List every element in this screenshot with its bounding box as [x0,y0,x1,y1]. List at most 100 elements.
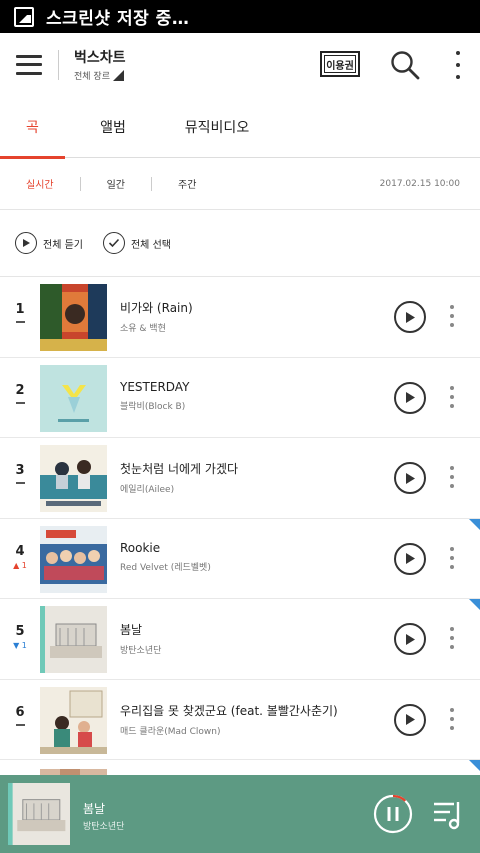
album-cover[interactable] [40,686,107,754]
rank-up-indicator: ▲ 1 [12,561,28,570]
play-button[interactable] [394,703,426,736]
now-playing-title[interactable]: 봄날 [83,800,105,817]
period-daily[interactable]: 일간 [107,176,125,191]
rank: 6 [12,705,28,726]
chart-genre-selector[interactable]: 벅스차트 전체 장르 [74,47,126,82]
status-bar: 스크린샷 저장 중… [0,0,480,33]
rank-number: 2 [15,382,25,398]
tab-albums[interactable]: 앨범 [75,96,151,158]
row-more-icon[interactable] [449,707,455,730]
play-icon [406,714,415,725]
song-artist: 소유 & 백현 [120,324,166,334]
rank-unchanged-icon [15,321,25,323]
new-badge-icon [469,599,480,610]
playlist-queue-icon[interactable] [432,797,466,831]
song-info[interactable]: 우리집을 못 찾겠군요 (feat. 볼빨간사춘기) 매드 클라운(Mad Cl… [120,702,380,737]
tab-songs-label: 곡 [26,120,39,136]
screenshot-icon [14,6,34,27]
chart-timestamp: 2017.02.15 10:00 [379,178,460,189]
select-all-button[interactable]: 전체 선택 [102,232,171,254]
new-badge-icon [469,518,480,530]
play-icon [406,472,415,484]
rank: 1 [12,302,28,323]
select-all-label: 전체 선택 [130,239,171,251]
tab-music-videos[interactable]: 뮤직비디오 [161,96,273,158]
play-button[interactable] [394,623,426,655]
rank-down-indicator: ▼ 1 [12,641,28,650]
song-artist: 에일리(Ailee) [120,485,175,495]
song-title: 봄날 [120,623,143,637]
period-weekly[interactable]: 주간 [178,176,196,191]
content-tabs: 곡 앨범 뮤직비디오 [0,96,480,159]
song-title: 비가와 (Rain) [120,301,193,315]
song-title: YESTERDAY [120,379,190,394]
play-all-button[interactable]: 전체 듣기 [15,232,83,254]
rank-unchanged-icon [15,723,25,726]
playback-progress-arc [392,794,407,802]
pause-icon [387,807,391,821]
play-button[interactable] [394,381,426,414]
rank-number: 3 [15,463,25,478]
now-playing-cover[interactable] [8,783,70,845]
song-artist: 방탄소년단 [120,646,162,656]
row-more-icon[interactable] [449,627,455,649]
row-more-icon[interactable] [449,385,455,408]
arrow-down-icon: ▼ [13,641,20,650]
menu-icon[interactable] [16,54,42,75]
table-row: 3 첫눈처럼 너에게 가겠다 에일리(Ailee) [0,438,480,519]
tab-songs[interactable]: 곡 [0,96,65,159]
play-icon [406,392,415,403]
row-more-icon[interactable] [449,546,455,569]
play-button[interactable] [394,301,426,333]
album-cover[interactable] [40,284,107,351]
rank-change-value: 1 [21,560,27,570]
song-artist: Red Velvet (레드벨벳) [120,562,211,573]
more-vert-icon[interactable] [448,51,468,79]
rank-change-value: 1 [21,641,27,650]
search-icon[interactable] [390,50,420,80]
album-cover[interactable] [40,364,107,432]
rank-number: 6 [15,704,25,720]
row-more-icon[interactable] [449,305,455,327]
row-more-icon[interactable] [449,466,455,488]
rank: 4 ▲ 1 [12,544,28,570]
period-filter: 실시간 일간 주간 2017.02.15 10:00 [0,158,480,210]
genre-label: 전체 장르 [74,72,110,82]
song-info[interactable]: YESTERDAY 블락비(Block B) [120,380,380,412]
song-title: Rookie [120,540,161,555]
song-artist: 매드 클라운(Mad Clown) [120,726,221,737]
check-circle-icon [102,232,125,254]
ticket-label: 이용권 [326,60,354,72]
pause-button[interactable] [373,794,413,834]
song-title: 우리집을 못 찾겠군요 (feat. 볼빨간사춘기) [120,703,338,718]
album-cover[interactable] [40,525,107,593]
table-row: 1 비가와 (Rain) 소유 & 백현 [0,277,480,358]
play-icon [406,633,415,645]
status-text: 스크린샷 저장 중… [46,9,190,29]
song-title: 첫눈처럼 너에게 가겠다 [120,462,239,476]
table-row: 2 YESTERDAY 블락비(Block B) [0,358,480,438]
song-info[interactable]: Rookie Red Velvet (레드벨벳) [120,541,380,573]
song-info[interactable]: 봄날 방탄소년단 [120,621,380,656]
tab-albums-label: 앨범 [100,120,126,136]
play-button[interactable] [394,462,426,494]
tab-music-videos-label: 뮤직비디오 [184,120,250,136]
song-info[interactable]: 비가와 (Rain) 소유 & 백현 [120,299,380,334]
album-cover[interactable] [40,606,107,673]
rank-unchanged-icon [15,482,25,484]
play-button[interactable] [394,542,426,575]
table-row: 6 우리집을 못 찾겠군요 (feat. 볼빨간사춘기) 매드 클라운(Mad … [0,680,480,760]
header-divider [58,49,59,80]
period-realtime[interactable]: 실시간 [26,176,54,191]
table-row: 5 ▼ 1 봄날 방탄소년단 [0,599,480,680]
song-artist: 블락비(Block B) [120,401,186,412]
rank: 3 [12,463,28,484]
song-list: 1 비가와 (Rain) 소유 & 백현 2 YESTERDAY 블락비(Blo… [0,277,480,780]
play-icon [406,311,415,323]
album-cover[interactable] [40,445,107,512]
dropdown-corner-icon [112,70,124,81]
ticket-button[interactable]: 이용권 [320,51,360,77]
mini-player: 봄날 방탄소년단 [0,775,480,853]
song-info[interactable]: 첫눈처럼 너에게 가겠다 에일리(Ailee) [120,460,380,495]
rank-number: 1 [15,302,25,317]
